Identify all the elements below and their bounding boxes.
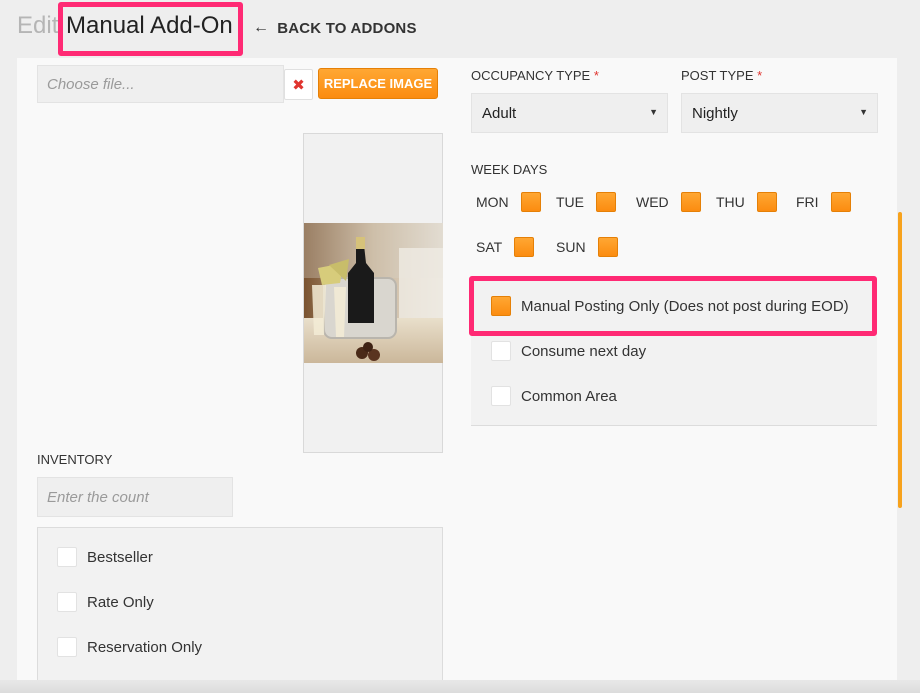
- reservation-only-label: Reservation Only: [87, 638, 203, 656]
- back-link-label: BACK TO ADDONS: [277, 19, 417, 37]
- close-icon: ✖: [292, 76, 305, 94]
- inventory-count-input[interactable]: Enter the count: [37, 477, 233, 517]
- rate-only-checkbox[interactable]: [57, 592, 77, 612]
- occupancy-type-value: Adult: [482, 105, 517, 122]
- weekday-tue-checkbox[interactable]: [596, 192, 616, 212]
- weekday-fri[interactable]: FRI: [796, 192, 851, 212]
- weekday-sun[interactable]: SUN: [556, 237, 618, 257]
- post-type-label: POST TYPE *: [681, 68, 763, 83]
- occupancy-type-select[interactable]: Adult ▼: [471, 93, 668, 133]
- replace-image-button[interactable]: REPLACE IMAGE: [318, 68, 438, 99]
- weekday-wed-checkbox[interactable]: [680, 192, 701, 212]
- arrow-left-icon: ←: [253, 19, 270, 36]
- weekday-tue[interactable]: TUE: [556, 192, 616, 212]
- weekday-mon-checkbox[interactable]: [520, 192, 541, 212]
- manual-posting-highlight: [469, 276, 877, 336]
- count-placeholder: Enter the count: [47, 489, 149, 506]
- page-header: Edit Manual Add-On ← BACK TO ADDONS: [0, 0, 920, 58]
- title-highlight: [58, 2, 243, 56]
- addon-image: [304, 223, 443, 363]
- consume-next-day-label: Consume next day: [521, 342, 647, 360]
- post-type-select[interactable]: Nightly ▼: [681, 93, 878, 133]
- weekday-sat[interactable]: SAT: [476, 237, 535, 257]
- file-input[interactable]: Choose file...: [37, 65, 284, 103]
- consume-next-day-option[interactable]: Consume next day: [491, 341, 646, 361]
- common-area-option[interactable]: Common Area: [491, 386, 617, 406]
- scrollbar[interactable]: [898, 212, 902, 508]
- weekday-fri-checkbox[interactable]: [830, 192, 851, 212]
- bestseller-option[interactable]: Bestseller: [57, 547, 153, 567]
- bottom-edge: [0, 680, 920, 693]
- bestseller-checkbox[interactable]: [57, 547, 77, 567]
- caret-down-icon: ▼: [649, 107, 658, 117]
- week-days-label: WEEK DAYS: [471, 162, 548, 177]
- weekday-mon[interactable]: MON: [476, 192, 541, 212]
- back-to-addons-link[interactable]: ← BACK TO ADDONS: [253, 19, 417, 37]
- weekday-thu[interactable]: THU: [716, 192, 777, 212]
- file-input-placeholder: Choose file...: [47, 76, 135, 93]
- common-area-checkbox[interactable]: [491, 386, 511, 406]
- clear-file-button[interactable]: ✖: [284, 69, 313, 100]
- rate-only-option[interactable]: Rate Only: [57, 592, 154, 612]
- occupancy-type-label: OCCUPANCY TYPE *: [471, 68, 599, 83]
- bestseller-label: Bestseller: [87, 548, 153, 566]
- weekday-sat-checkbox[interactable]: [514, 237, 535, 257]
- reservation-only-checkbox[interactable]: [57, 637, 77, 657]
- common-area-label: Common Area: [521, 387, 617, 405]
- inventory-label: INVENTORY: [37, 452, 113, 467]
- weekday-thu-checkbox[interactable]: [756, 192, 777, 212]
- post-type-value: Nightly: [692, 105, 738, 122]
- consume-next-day-checkbox[interactable]: [491, 341, 511, 361]
- caret-down-icon: ▼: [859, 107, 868, 117]
- edit-prefix: Edit: [17, 12, 59, 39]
- rate-only-label: Rate Only: [87, 593, 154, 611]
- weekday-sun-checkbox[interactable]: [597, 237, 618, 257]
- reservation-only-option[interactable]: Reservation Only: [57, 637, 202, 657]
- weekday-wed[interactable]: WED: [636, 192, 701, 212]
